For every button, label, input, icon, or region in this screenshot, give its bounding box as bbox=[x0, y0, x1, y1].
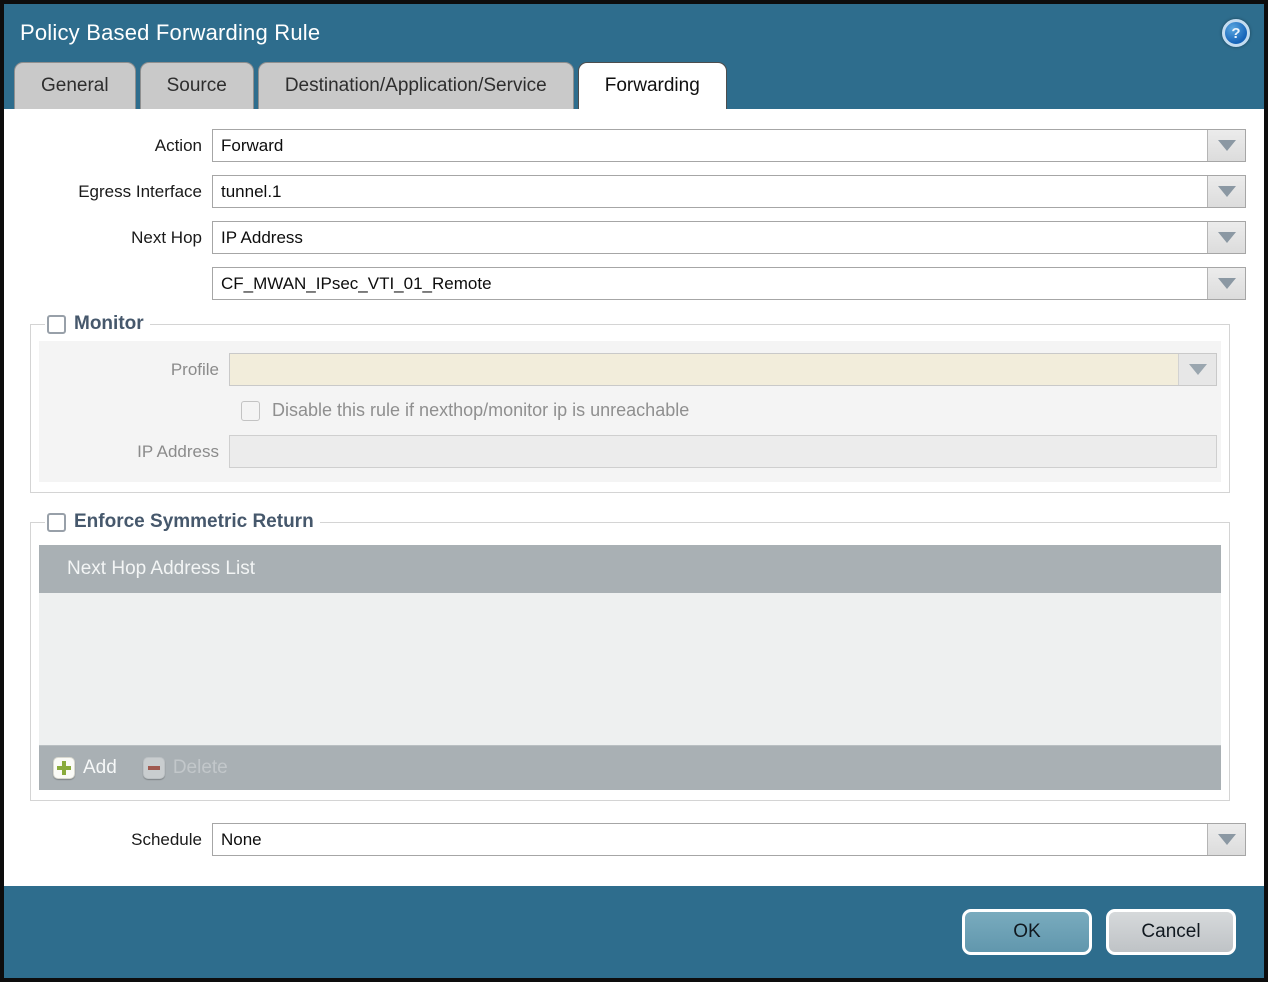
monitor-legend: Monitor bbox=[45, 313, 150, 335]
next-hop-address-dropdown-button[interactable] bbox=[1207, 268, 1245, 299]
add-button[interactable]: Add bbox=[53, 757, 117, 779]
chevron-down-icon bbox=[1217, 278, 1236, 289]
delete-icon bbox=[142, 757, 165, 779]
action-label: Action bbox=[154, 135, 202, 155]
next-hop-type-value: IP Address bbox=[221, 227, 303, 247]
schedule-value: None bbox=[221, 829, 262, 849]
chevron-down-icon bbox=[1217, 140, 1236, 151]
action-select[interactable]: Forward bbox=[212, 129, 1246, 162]
symmetric-return-checkbox[interactable] bbox=[47, 512, 66, 532]
monitor-legend-label: Monitor bbox=[74, 313, 144, 334]
egress-interface-row: Egress Interface tunnel.1 bbox=[4, 175, 1246, 208]
tab-source[interactable]: Source bbox=[139, 62, 254, 109]
profile-row: Profile bbox=[39, 353, 1217, 386]
symmetric-return-group: Enforce Symmetric Return Next Hop Addres… bbox=[30, 511, 1230, 801]
egress-interface-select[interactable]: tunnel.1 bbox=[212, 175, 1246, 208]
next-hop-address-value: CF_MWAN_IPsec_VTI_01_Remote bbox=[221, 273, 492, 293]
delete-button-label: Delete bbox=[172, 757, 228, 778]
monitor-panel: Profile Disable this rule if nexthop/mon… bbox=[39, 341, 1221, 482]
profile-dropdown-button bbox=[1178, 354, 1216, 385]
policy-based-forwarding-dialog: Policy Based Forwarding Rule ? General S… bbox=[0, 0, 1268, 982]
tab-destination-application-service[interactable]: Destination/Application/Service bbox=[257, 62, 574, 109]
next-hop-address-list-toolbar: Add Delete bbox=[39, 745, 1221, 790]
add-icon bbox=[53, 757, 75, 779]
schedule-label: Schedule bbox=[131, 829, 202, 849]
schedule-select[interactable]: None bbox=[212, 823, 1246, 856]
next-hop-address-list-table: Next Hop Address List Add Delete bbox=[39, 545, 1221, 790]
next-hop-address-list-body[interactable] bbox=[39, 593, 1221, 745]
next-hop-address-select[interactable]: CF_MWAN_IPsec_VTI_01_Remote bbox=[212, 267, 1246, 300]
chevron-down-icon bbox=[1217, 834, 1236, 845]
help-icon[interactable]: ? bbox=[1222, 19, 1250, 47]
delete-button[interactable]: Delete bbox=[142, 757, 228, 779]
add-button-label: Add bbox=[83, 757, 117, 778]
tab-forwarding[interactable]: Forwarding bbox=[577, 62, 727, 109]
profile-value bbox=[230, 354, 1178, 385]
next-hop-dropdown-button[interactable] bbox=[1207, 222, 1245, 253]
schedule-dropdown-button[interactable] bbox=[1207, 824, 1245, 855]
next-hop-label: Next Hop bbox=[131, 227, 202, 247]
action-dropdown-button[interactable] bbox=[1207, 130, 1245, 161]
dialog-title: Policy Based Forwarding Rule bbox=[20, 20, 321, 45]
monitor-group: Monitor Profile Disable this rule if nex… bbox=[30, 313, 1230, 493]
titlebar: Policy Based Forwarding Rule ? bbox=[4, 4, 1264, 62]
action-value: Forward bbox=[221, 135, 284, 155]
egress-interface-value: tunnel.1 bbox=[221, 181, 282, 201]
monitor-ip-address-row: IP Address bbox=[39, 435, 1217, 468]
tab-general[interactable]: General bbox=[14, 62, 136, 109]
disable-rule-checkbox bbox=[241, 400, 260, 421]
forwarding-tab-panel: Action Forward Egress Interface tunnel.1… bbox=[4, 109, 1264, 886]
monitor-ip-address-label: IP Address bbox=[137, 441, 219, 461]
disable-rule-row: Disable this rule if nexthop/monitor ip … bbox=[241, 400, 1221, 421]
monitor-checkbox[interactable] bbox=[47, 314, 66, 334]
tab-bar: General Source Destination/Application/S… bbox=[4, 62, 1264, 109]
symmetric-return-legend-label: Enforce Symmetric Return bbox=[74, 511, 314, 532]
profile-select bbox=[229, 353, 1217, 386]
symmetric-return-legend: Enforce Symmetric Return bbox=[45, 511, 320, 533]
action-row: Action Forward bbox=[4, 129, 1246, 162]
next-hop-row: Next Hop IP Address bbox=[4, 221, 1246, 254]
dialog-footer: OK Cancel bbox=[4, 886, 1264, 978]
chevron-down-icon bbox=[1217, 232, 1236, 243]
egress-interface-label: Egress Interface bbox=[78, 181, 202, 201]
next-hop-address-list-header: Next Hop Address List bbox=[39, 545, 1221, 593]
monitor-ip-address-input bbox=[229, 435, 1217, 468]
next-hop-type-select[interactable]: IP Address bbox=[212, 221, 1246, 254]
egress-interface-dropdown-button[interactable] bbox=[1207, 176, 1245, 207]
cancel-button[interactable]: Cancel bbox=[1106, 909, 1236, 955]
help-glyph: ? bbox=[1231, 24, 1241, 42]
chevron-down-icon bbox=[1188, 364, 1207, 375]
schedule-row: Schedule None bbox=[4, 823, 1246, 856]
disable-rule-label: Disable this rule if nexthop/monitor ip … bbox=[272, 400, 690, 420]
next-hop-address-row: CF_MWAN_IPsec_VTI_01_Remote bbox=[4, 267, 1246, 300]
profile-label: Profile bbox=[170, 359, 219, 379]
chevron-down-icon bbox=[1217, 186, 1236, 197]
ok-button[interactable]: OK bbox=[962, 909, 1092, 955]
